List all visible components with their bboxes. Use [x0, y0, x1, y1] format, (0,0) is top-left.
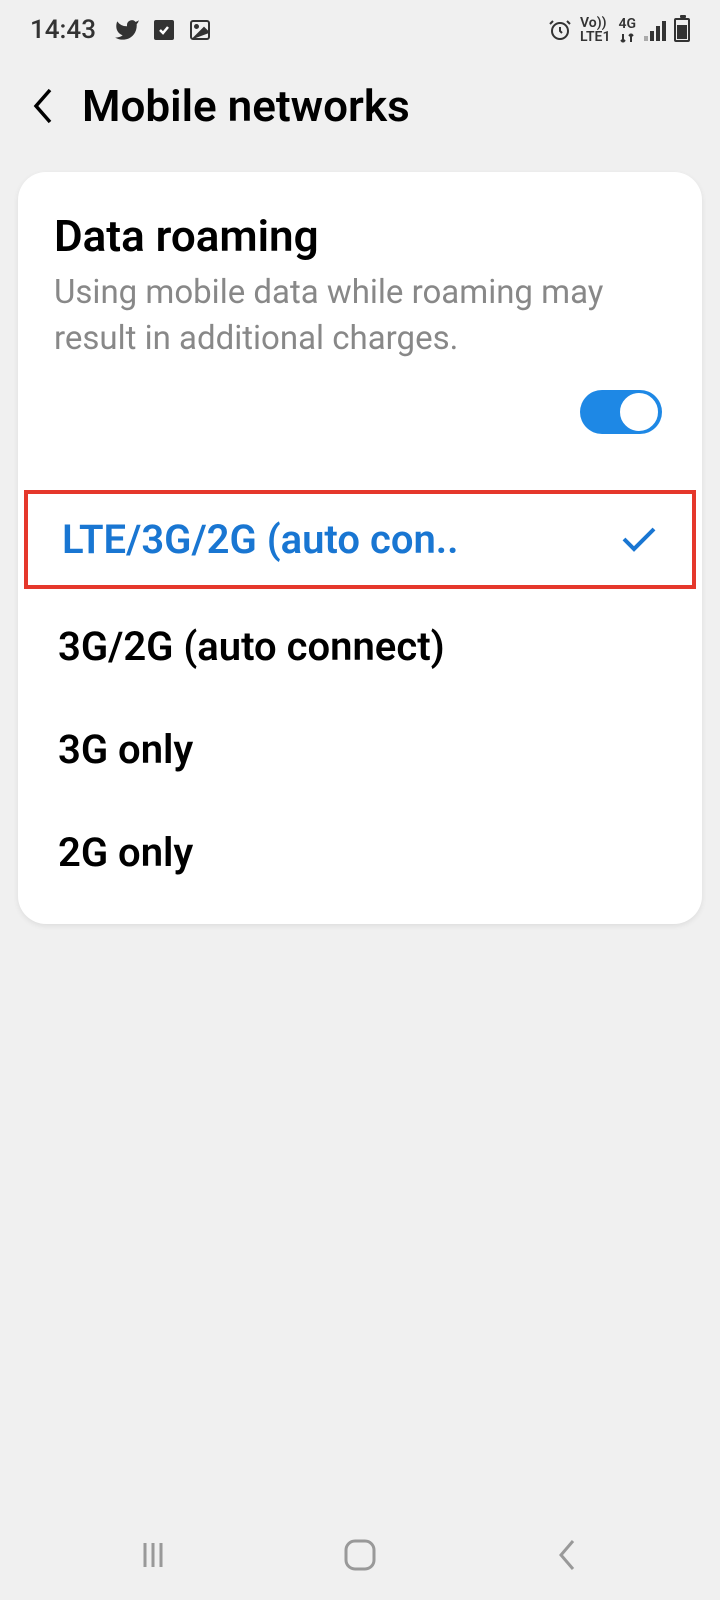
alarm-icon: [548, 18, 572, 42]
checkbox-icon: [152, 18, 176, 42]
home-button[interactable]: [330, 1525, 390, 1585]
recents-button[interactable]: [123, 1525, 183, 1585]
volte-label: Vo)): [580, 16, 607, 30]
option-label: 3G/2G (auto connect): [58, 623, 662, 670]
settings-card: Data roaming Using mobile data while roa…: [18, 172, 702, 924]
header: Mobile networks: [0, 60, 720, 172]
status-left: 14:43: [30, 15, 212, 45]
network-mode-list: LTE/3G/2G (auto con.. 3G/2G (auto connec…: [18, 464, 702, 924]
twitter-icon: [114, 17, 140, 43]
checkmark-icon: [620, 516, 658, 563]
network-type: 4G: [618, 17, 636, 31]
back-button[interactable]: [30, 84, 58, 128]
network-option-lte-3g-2g[interactable]: LTE/3G/2G (auto con..: [22, 488, 698, 591]
roaming-toggle[interactable]: [580, 390, 662, 434]
option-label: 2G only: [58, 829, 662, 876]
status-right: Vo)) LTE1 4G: [548, 16, 690, 44]
page-title: Mobile networks: [82, 80, 410, 132]
lte-label: LTE1: [580, 30, 610, 44]
roaming-title: Data roaming: [54, 210, 666, 262]
status-bar: 14:43 Vo)) LTE1 4G: [0, 0, 720, 60]
navigation-bar: [0, 1510, 720, 1600]
image-icon: [188, 18, 212, 42]
option-label: LTE/3G/2G (auto con..: [62, 516, 600, 563]
network-option-3g-2g[interactable]: 3G/2G (auto connect): [18, 595, 702, 698]
roaming-description: Using mobile data while roaming may resu…: [54, 270, 666, 362]
network-option-3g-only[interactable]: 3G only: [18, 698, 702, 801]
data-arrows-icon: [619, 32, 635, 44]
data-roaming-section[interactable]: Data roaming Using mobile data while roa…: [18, 172, 702, 464]
option-label: 3G only: [58, 726, 662, 773]
battery-icon: [674, 18, 690, 42]
network-option-2g-only[interactable]: 2G only: [18, 801, 702, 904]
status-time: 14:43: [30, 15, 96, 45]
signal-icon: [644, 19, 666, 41]
back-nav-button[interactable]: [537, 1525, 597, 1585]
